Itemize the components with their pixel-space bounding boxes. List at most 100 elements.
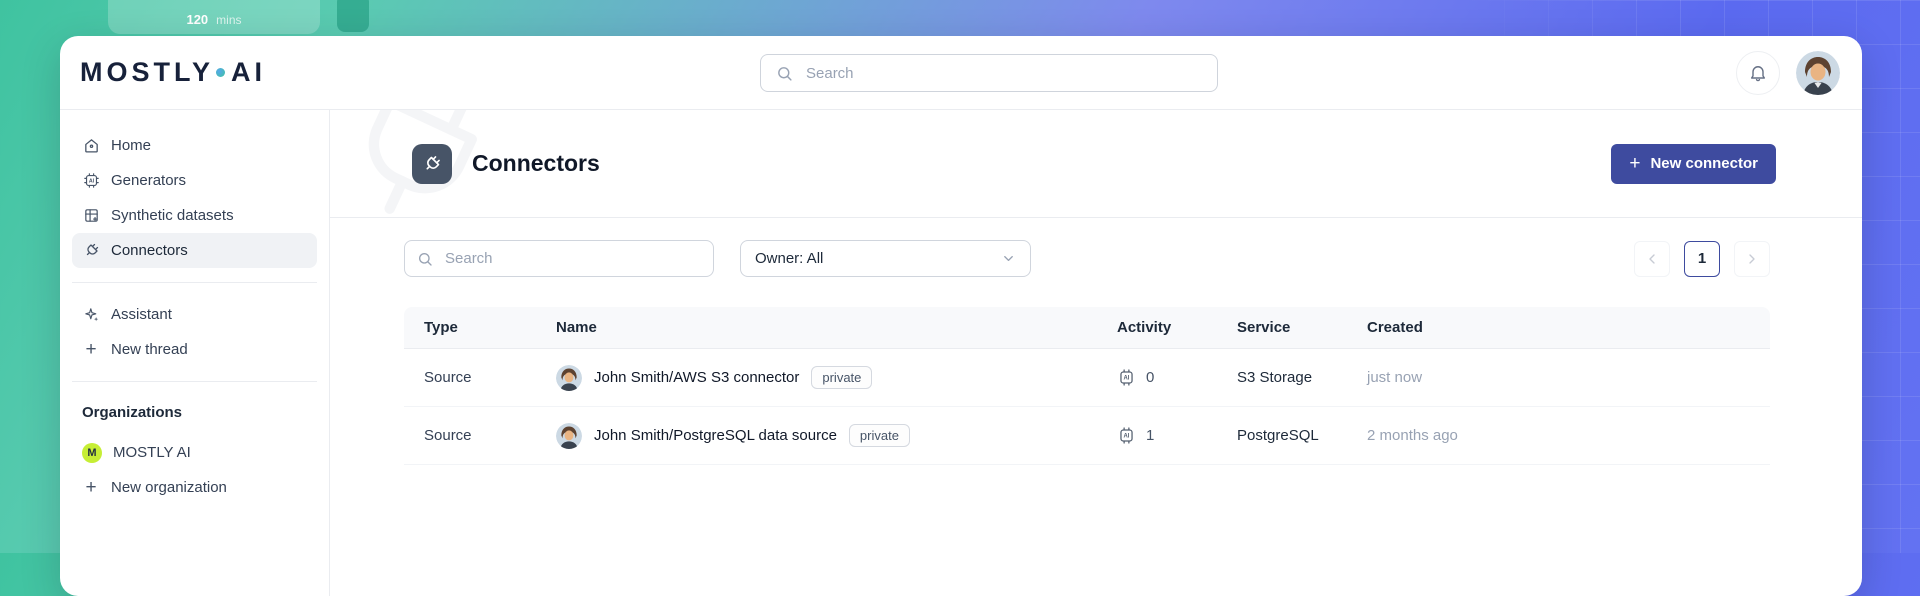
background-minutes-badge: 120 mins [108,0,320,34]
visibility-badge: private [811,366,872,389]
global-search[interactable] [760,54,1218,92]
type-cell: Source [404,427,536,444]
activity-cell: AI 1 [1097,426,1217,445]
mostly-ai-logo: MOSTLY AI [80,57,266,88]
page-title: Connectors [472,150,600,177]
sidebar-item-organization-mostly-ai[interactable]: M MOSTLY AI [72,435,317,470]
logo-dot-icon [216,68,225,77]
new-connector-button[interactable]: + New connector [1611,144,1776,184]
sidebar-item-assistant[interactable]: Assistant [72,297,317,332]
chevron-left-icon [1644,251,1660,267]
new-connector-label: New connector [1650,155,1758,172]
sidebar-item-new-thread[interactable]: + New thread [72,332,317,367]
organization-name: MOSTLY AI [113,444,191,461]
minutes-unit: mins [216,13,241,27]
created-cell: just now [1347,369,1770,386]
sidebar-item-label: Assistant [111,306,172,323]
background-square-decor [337,0,369,32]
connector-search-input[interactable] [443,249,701,268]
plus-icon: + [82,478,100,497]
sidebar-item-label: Home [111,137,151,154]
chevron-right-icon [1744,251,1760,267]
plug-icon [418,149,446,177]
activity-cell: AI 0 [1097,368,1217,387]
plus-icon: + [1629,154,1640,173]
minutes-value: 120 [186,12,208,27]
top-bar-actions [1736,51,1840,95]
connector-name: John Smith/PostgreSQL data source [594,427,837,444]
bell-icon [1748,63,1768,83]
previous-page-button[interactable] [1634,241,1670,277]
ai-chip-icon: AI [1117,368,1136,387]
ai-chip-icon: AI [82,172,100,190]
ai-chip-icon: AI [1117,426,1136,445]
owner-avatar [556,423,582,449]
service-cell: S3 Storage [1217,369,1347,386]
global-search-input[interactable] [804,64,1203,83]
connector-name: John Smith/AWS S3 connector [594,369,799,386]
plus-icon: + [82,340,100,359]
avatar-image [1796,51,1840,95]
column-header-created: Created [1347,319,1770,336]
notifications-button[interactable] [1736,51,1780,95]
created-cell: 2 months ago [1347,427,1770,444]
owner-filter-select[interactable]: Owner: All [740,240,1031,277]
svg-text:AI: AI [88,178,94,184]
filter-row: Owner: All 1 [404,240,1770,277]
connectors-table: Type Name Activity Service Created Sourc… [404,307,1770,465]
sidebar-divider [72,381,317,382]
logo-text-left: MOSTLY [80,57,214,88]
sidebar-item-label: Synthetic datasets [111,207,234,224]
name-cell: John Smith/AWS S3 connector private [536,365,1097,391]
sidebar: Home AI Generators Synthetic datasets Co… [60,110,330,596]
sparkles-icon [82,306,100,324]
next-page-button[interactable] [1734,241,1770,277]
sidebar-item-label: Connectors [111,242,188,259]
search-icon [417,251,433,267]
type-cell: Source [404,369,536,386]
page-header: Connectors + New connector [330,110,1862,218]
service-cell: PostgreSQL [1217,427,1347,444]
activity-count: 0 [1146,369,1154,386]
sidebar-item-synthetic-datasets[interactable]: Synthetic datasets [72,198,317,233]
chevron-down-icon [1001,251,1016,266]
column-header-service: Service [1217,319,1347,336]
sidebar-divider [72,282,317,283]
name-cell: John Smith/PostgreSQL data source privat… [536,423,1097,449]
column-header-type: Type [404,319,536,336]
sidebar-item-new-organization[interactable]: + New organization [72,470,317,505]
visibility-badge: private [849,424,910,447]
plug-icon [82,242,100,260]
column-header-name: Name [536,319,1097,336]
sidebar-item-connectors[interactable]: Connectors [72,233,317,268]
pagination: 1 [1634,241,1770,277]
column-header-activity: Activity [1097,319,1217,336]
user-avatar[interactable] [1796,51,1840,95]
main-panel: Connectors + New connector Owner: All [330,110,1862,596]
search-icon [775,64,793,82]
dataset-table-icon [82,207,100,225]
organizations-section-label: Organizations [72,396,317,435]
table-row[interactable]: Source John Smith/PostgreSQL data source… [404,407,1770,465]
app-window: MOSTLY AI [60,36,1862,596]
app-body: Home AI Generators Synthetic datasets Co… [60,110,1862,596]
owner-avatar [556,365,582,391]
sidebar-item-home[interactable]: Home [72,128,317,163]
sidebar-item-label: New thread [111,341,188,358]
logo-text-right: AI [231,57,266,88]
activity-count: 1 [1146,427,1154,444]
table-header-row: Type Name Activity Service Created [404,307,1770,349]
table-row[interactable]: Source John Smith/AWS S3 connector priva… [404,349,1770,407]
sidebar-item-generators[interactable]: AI Generators [72,163,317,198]
top-bar: MOSTLY AI [60,36,1862,110]
current-page-button[interactable]: 1 [1684,241,1720,277]
svg-text:AI: AI [1124,434,1130,440]
sidebar-item-label: New organization [111,479,227,496]
page-content: Owner: All 1 [330,218,1862,465]
owner-filter-value: Owner: All [755,250,823,267]
connector-search[interactable] [404,240,714,277]
connectors-page-icon [412,144,452,184]
home-icon [82,137,100,155]
svg-text:AI: AI [1124,376,1130,382]
organization-badge: M [82,443,102,463]
